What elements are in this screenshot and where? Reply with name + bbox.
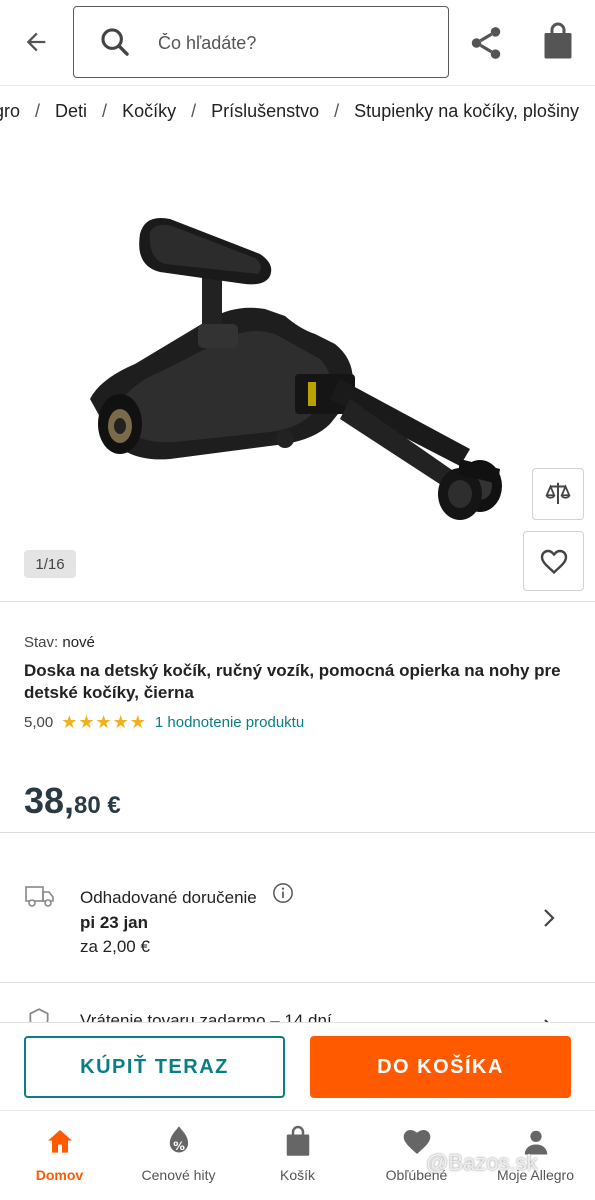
- breadcrumb-item[interactable]: Stupienky na kočíky, plošiny: [354, 101, 579, 122]
- rating-stars-icon: ★★★★★: [61, 711, 147, 732]
- nav-item-price-hits[interactable]: % Cenové hity: [119, 1111, 238, 1200]
- breadcrumb-separator: /: [191, 100, 197, 121]
- percent-tag-icon: %: [169, 1126, 188, 1153]
- image-counter-badge: 1/16: [24, 550, 76, 578]
- breadcrumb-item[interactable]: Príslušenstvo: [211, 101, 319, 122]
- add-to-cart-button[interactable]: DO KOŠÍKA: [310, 1036, 571, 1098]
- favorite-button[interactable]: [523, 531, 584, 591]
- top-app-bar: [0, 0, 595, 86]
- share-button[interactable]: [467, 24, 505, 62]
- nav-item-cart[interactable]: Košík: [238, 1111, 357, 1200]
- price-decimal: 80 €: [74, 792, 121, 819]
- product-gallery[interactable]: 1/16: [0, 134, 595, 602]
- compare-button[interactable]: [532, 468, 584, 520]
- heart-outline-icon: [540, 549, 567, 574]
- breadcrumb-separator: /: [334, 100, 340, 121]
- breadcrumb-separator: /: [35, 100, 41, 121]
- product-image[interactable]: [60, 194, 530, 534]
- divider: [0, 982, 595, 983]
- nav-item-home[interactable]: Domov: [0, 1111, 119, 1200]
- cart-icon: [286, 1125, 309, 1156]
- product-title: Doska na detský kočík, ručný vozík, pomo…: [24, 661, 561, 702]
- delivery-date: pi 23 jan: [80, 913, 149, 932]
- product-price: 38,80 €: [24, 780, 121, 822]
- home-icon: [47, 1130, 72, 1153]
- back-button[interactable]: [18, 24, 54, 60]
- truck-icon: [25, 886, 54, 907]
- price-integer: 38,: [24, 780, 75, 821]
- svg-text:%: %: [173, 1139, 185, 1153]
- reviews-link[interactable]: 1 hodnotenie produktu: [155, 714, 304, 731]
- info-icon[interactable]: [272, 882, 294, 904]
- nav-label: Cenové hity: [141, 1167, 216, 1183]
- breadcrumb-item[interactable]: gro: [0, 101, 20, 122]
- cart-top-button[interactable]: [540, 22, 576, 62]
- scale-compare-icon: [545, 482, 571, 504]
- search-input[interactable]: [158, 25, 438, 61]
- condition-label: Stav:: [24, 634, 59, 651]
- breadcrumb-item[interactable]: Deti: [55, 101, 87, 122]
- rating-row: 5,00 ★★★★★ 1 hodnotenie produktu: [24, 711, 304, 733]
- breadcrumb: gro / Deti / Kočíky / Príslušenstvo / St…: [0, 96, 579, 126]
- search-icon: [101, 28, 129, 56]
- delivery-section[interactable]: Odhadované doručenie pi 23 jan za 2,00 €: [0, 860, 595, 980]
- search-box[interactable]: [73, 6, 449, 78]
- shopping-bag-icon: [544, 22, 572, 59]
- buy-now-button[interactable]: KÚPIŤ TERAZ: [24, 1036, 285, 1098]
- rating-score: 5,00: [24, 713, 54, 731]
- arrow-back-icon: [26, 32, 46, 52]
- purchase-action-bar: KÚPIŤ TERAZ DO KOŠÍKA: [0, 1022, 595, 1110]
- breadcrumb-item[interactable]: Kočíky: [122, 101, 176, 122]
- chevron-right-icon: [544, 909, 555, 927]
- share-icon: [471, 27, 501, 59]
- nav-label: Domov: [35, 1167, 84, 1183]
- returns-section[interactable]: Vrátenie tovaru zadarmo – 14 dní: [0, 985, 595, 1025]
- divider: [0, 832, 595, 833]
- delivery-title: Odhadované doručenie: [80, 888, 257, 907]
- product-condition: Stav: nové: [24, 634, 95, 651]
- breadcrumb-separator: /: [102, 100, 108, 121]
- delivery-price: za 2,00 €: [80, 937, 150, 956]
- nav-label: Košík: [279, 1167, 315, 1183]
- condition-value: nové: [62, 634, 95, 651]
- watermark: @Bazos.sk: [426, 1150, 538, 1175]
